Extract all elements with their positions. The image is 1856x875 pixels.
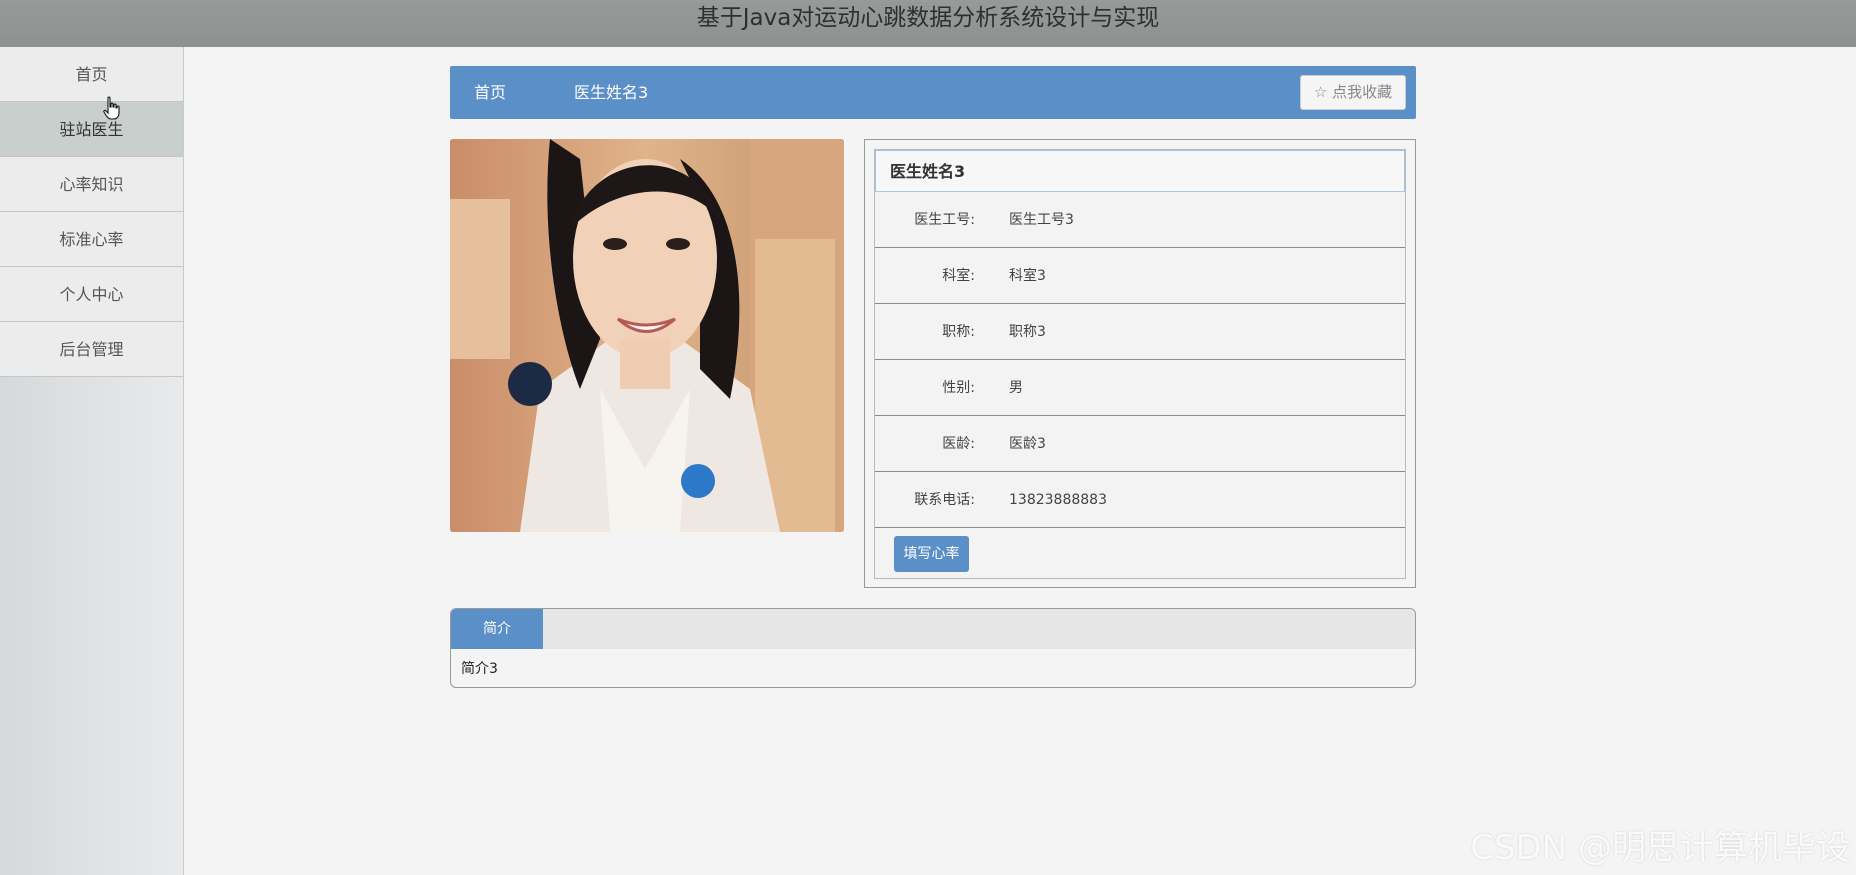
doctor-name-heading: 医生姓名3 bbox=[875, 150, 1405, 192]
info-row-title: 职称: 职称3 bbox=[875, 304, 1405, 360]
action-row: 填写心率 bbox=[875, 528, 1405, 578]
info-label: 医生工号: bbox=[914, 212, 975, 228]
favorite-button[interactable]: ☆ 点我收藏 bbox=[1300, 75, 1406, 110]
tab-strip: 简介 bbox=[451, 609, 1415, 649]
breadcrumb-home[interactable]: 首页 bbox=[474, 66, 506, 119]
favorite-button-label: 点我收藏 bbox=[1332, 83, 1393, 101]
star-outline-icon: ☆ bbox=[1313, 83, 1328, 101]
info-value: 科室3 bbox=[1009, 268, 1046, 284]
info-value: 职称3 bbox=[1009, 324, 1046, 340]
sidebar: 首页 驻站医生 心率知识 标准心率 个人中心 后台管理 bbox=[0, 47, 184, 875]
info-row-gender: 性别: 男 bbox=[875, 360, 1405, 416]
info-row-phone: 联系电话: 13823888883 bbox=[875, 472, 1405, 528]
sidebar-item-doctors[interactable]: 驻站医生 bbox=[0, 102, 183, 157]
info-row-years-practice: 医龄: 医龄3 bbox=[875, 416, 1405, 472]
breadcrumb: 首页 医生姓名3 ☆ 点我收藏 bbox=[450, 66, 1416, 119]
info-value: 医龄3 bbox=[1009, 436, 1046, 452]
intro-content: 简介3 bbox=[461, 661, 498, 677]
doctor-photo bbox=[450, 139, 844, 532]
doctor-info-table: 医生姓名3 医生工号: 医生工号3 科室: 科室3 职称: 职称3 性别: 男 … bbox=[874, 149, 1406, 579]
watermark: CSDN @明思计算机毕设 bbox=[1470, 828, 1850, 868]
info-label: 科室: bbox=[942, 268, 975, 284]
app-title-bar: 基于Java对运动心跳数据分析系统设计与实现 bbox=[0, 0, 1856, 47]
sidebar-item-personal-center[interactable]: 个人中心 bbox=[0, 267, 183, 322]
info-row-department: 科室: 科室3 bbox=[875, 248, 1405, 304]
info-value: 男 bbox=[1009, 380, 1023, 396]
info-label: 医龄: bbox=[942, 436, 975, 452]
sidebar-item-admin[interactable]: 后台管理 bbox=[0, 322, 183, 377]
app-title: 基于Java对运动心跳数据分析系统设计与实现 bbox=[696, 5, 1160, 31]
info-row-employee-id: 医生工号: 医生工号3 bbox=[875, 192, 1405, 248]
tab-intro[interactable]: 简介 bbox=[451, 609, 543, 649]
doctor-info-card: 医生姓名3 医生工号: 医生工号3 科室: 科室3 职称: 职称3 性别: 男 … bbox=[864, 139, 1416, 588]
info-value: 医生工号3 bbox=[1009, 212, 1074, 228]
info-label: 联系电话: bbox=[914, 492, 975, 508]
breadcrumb-current: 医生姓名3 bbox=[574, 83, 649, 102]
sidebar-item-heart-rate-knowledge[interactable]: 心率知识 bbox=[0, 157, 183, 212]
fill-heart-rate-button[interactable]: 填写心率 bbox=[894, 536, 969, 572]
info-label: 职称: bbox=[942, 324, 975, 340]
sidebar-item-standard-heart-rate[interactable]: 标准心率 bbox=[0, 212, 183, 267]
intro-tabs-panel: 简介 简介3 bbox=[450, 608, 1416, 688]
sidebar-item-home[interactable]: 首页 bbox=[0, 47, 183, 102]
info-label: 性别: bbox=[942, 380, 975, 396]
hand-cursor-icon bbox=[103, 96, 120, 120]
info-value: 13823888883 bbox=[1009, 492, 1107, 508]
